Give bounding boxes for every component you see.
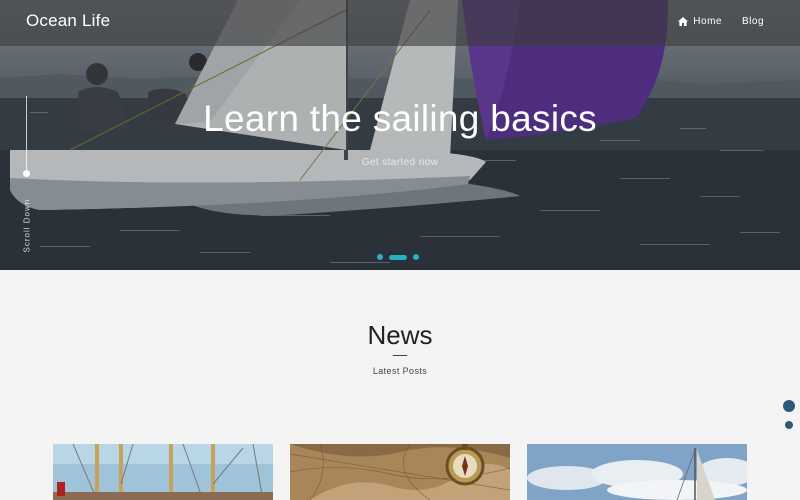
get-started-link[interactable]: Get started now [0, 157, 800, 168]
section-nav-dot[interactable] [785, 421, 793, 429]
section-nav-dot-active[interactable] [783, 400, 795, 412]
hero-title: Learn the sailing basics [203, 98, 597, 139]
hero-banner: Ocean Life Home Blog Learn the sailing b… [0, 0, 800, 270]
marina-masts-image [53, 444, 273, 500]
title-divider [393, 355, 407, 356]
sail-sky-image [527, 444, 747, 500]
top-navbar: Ocean Life Home Blog [0, 0, 800, 46]
nav-home-link[interactable]: Home [678, 16, 722, 27]
carousel-pagination [377, 254, 419, 260]
post-card-sail-image[interactable] [527, 444, 747, 500]
scroll-indicator-line [26, 96, 27, 176]
carousel-dot-1[interactable] [377, 254, 383, 260]
nav-blog-label: Blog [741, 16, 764, 27]
carousel-dot-2-active[interactable] [389, 254, 407, 260]
home-icon [678, 17, 689, 26]
news-section-subtitle: Latest Posts [372, 366, 428, 376]
news-section-title: News [367, 320, 433, 350]
nav-home-label: Home [693, 16, 722, 27]
nav-blog-link[interactable]: Blog [742, 16, 764, 27]
scroll-down-label[interactable]: Scroll Down [23, 199, 32, 253]
post-card-map-image[interactable] [290, 444, 510, 500]
post-card-marina-image[interactable] [53, 444, 273, 500]
compass-map-image [290, 444, 510, 500]
carousel-dot-3[interactable] [413, 254, 419, 260]
scroll-indicator-dot[interactable] [23, 170, 30, 177]
main-nav: Home Blog [678, 16, 764, 27]
brand-logo[interactable]: Ocean Life [26, 11, 110, 31]
